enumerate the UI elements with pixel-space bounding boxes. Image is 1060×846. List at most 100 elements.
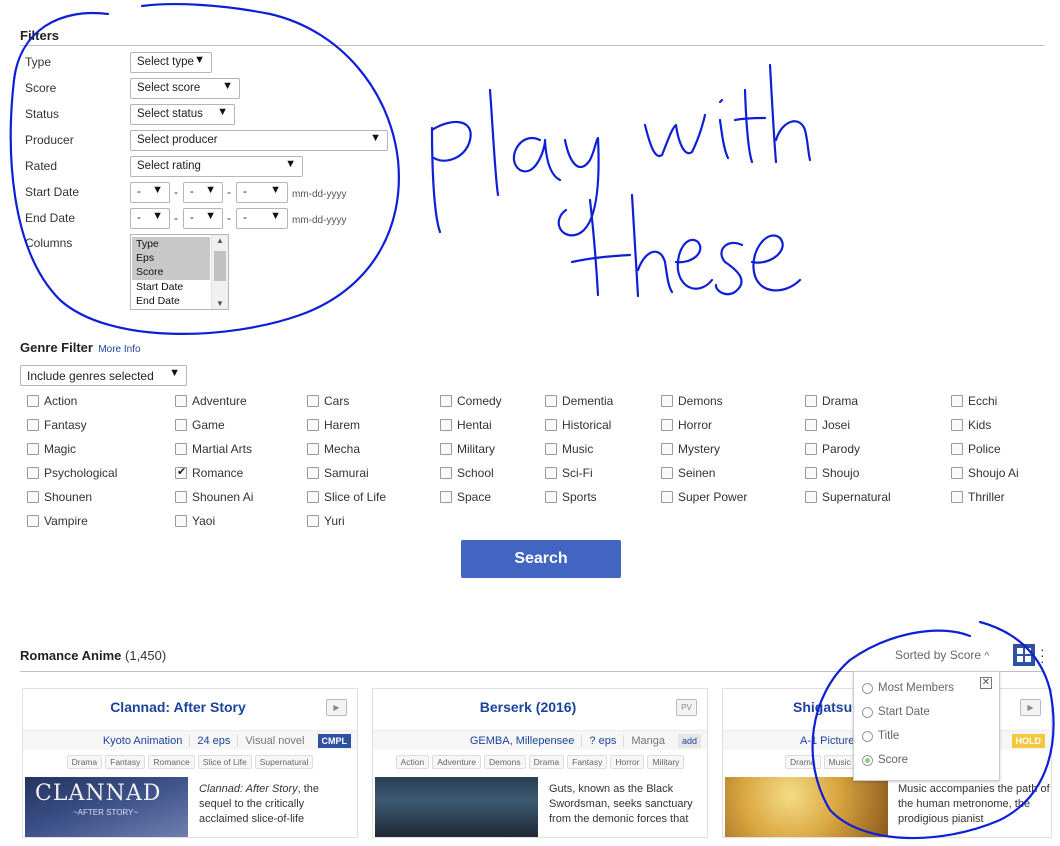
anime-title-link[interactable]: Berserk (2016) bbox=[373, 699, 683, 715]
columns-option[interactable]: End Date bbox=[132, 294, 210, 308]
sort-option-score[interactable]: Score bbox=[862, 754, 908, 766]
checkbox[interactable] bbox=[951, 491, 963, 503]
genre-checkbox-parody[interactable]: Parody bbox=[805, 441, 860, 457]
checkbox[interactable] bbox=[27, 467, 39, 479]
score-select[interactable]: Select score ▼ bbox=[130, 78, 240, 99]
checkbox[interactable] bbox=[175, 515, 187, 527]
genre-checkbox-sci-fi[interactable]: Sci-Fi bbox=[545, 465, 593, 481]
genre-tag[interactable]: Military bbox=[647, 755, 685, 769]
genre-checkbox-samurai[interactable]: Samurai bbox=[307, 465, 369, 481]
columns-option[interactable]: Eps bbox=[132, 251, 210, 266]
status-badge[interactable]: HOLD bbox=[1011, 733, 1045, 748]
scrollbar-thumb[interactable] bbox=[214, 251, 226, 281]
genre-checkbox-school[interactable]: School bbox=[440, 465, 494, 481]
genre-checkbox-shounen[interactable]: Shounen bbox=[27, 489, 92, 505]
checkbox[interactable] bbox=[951, 419, 963, 431]
rated-select[interactable]: Select rating ▼ bbox=[130, 156, 303, 177]
genre-tag[interactable]: Drama bbox=[785, 755, 821, 769]
producer-select[interactable]: Select producer ▼ bbox=[130, 130, 388, 151]
genre-checkbox-thriller[interactable]: Thriller bbox=[951, 489, 1005, 505]
checkbox[interactable] bbox=[307, 491, 319, 503]
status-select[interactable]: Select status ▼ bbox=[130, 104, 235, 125]
radio-button-selected[interactable] bbox=[862, 754, 873, 766]
genre-checkbox-adventure[interactable]: Adventure bbox=[175, 393, 247, 409]
close-icon[interactable]: ✕ bbox=[980, 677, 992, 689]
genre-checkbox-shoujo-ai[interactable]: Shoujo Ai bbox=[951, 465, 1019, 481]
start-month-select[interactable]: - ▼ bbox=[130, 182, 170, 203]
checkbox[interactable] bbox=[175, 395, 187, 407]
genre-checkbox-space[interactable]: Space bbox=[440, 489, 491, 505]
anime-title-link[interactable]: Clannad: After Story bbox=[23, 699, 333, 715]
search-button[interactable]: Search bbox=[461, 540, 621, 578]
studio-link[interactable]: GEMBA, Millepensee bbox=[463, 734, 583, 747]
checkbox[interactable] bbox=[440, 419, 452, 431]
checkbox[interactable] bbox=[661, 491, 673, 503]
genre-tag[interactable]: Supernatural bbox=[254, 755, 314, 769]
anime-thumbnail[interactable] bbox=[375, 777, 538, 837]
genre-tag[interactable]: Fantasy bbox=[567, 755, 608, 769]
genre-checkbox-comedy[interactable]: Comedy bbox=[440, 393, 502, 409]
genre-tag[interactable]: Horror bbox=[610, 755, 645, 769]
genre-checkbox-martial-arts[interactable]: Martial Arts bbox=[175, 441, 252, 457]
start-day-select[interactable]: - ▼ bbox=[183, 182, 223, 203]
genre-checkbox-magic[interactable]: Magic bbox=[27, 441, 76, 457]
end-year-select[interactable]: - ▼ bbox=[236, 208, 288, 229]
checkbox[interactable] bbox=[307, 395, 319, 407]
anime-title-link[interactable]: Shigatsu bbox=[793, 699, 852, 715]
genre-checkbox-shounen-ai[interactable]: Shounen Ai bbox=[175, 489, 253, 505]
radio-button[interactable] bbox=[862, 730, 873, 742]
scroll-up-icon[interactable]: ▲ bbox=[216, 236, 224, 245]
add-to-list-button[interactable]: add bbox=[677, 733, 701, 748]
genre-tag[interactable]: Demons bbox=[483, 755, 526, 769]
genre-checkbox-shoujo[interactable]: Shoujo bbox=[805, 465, 859, 481]
type-select[interactable]: Select type ▼ bbox=[130, 52, 212, 73]
genre-checkbox-horror[interactable]: Horror bbox=[661, 417, 712, 433]
checkbox[interactable] bbox=[805, 419, 817, 431]
listbox-scrollbar[interactable]: ▲ ▼ bbox=[211, 235, 228, 309]
checkbox[interactable] bbox=[175, 419, 187, 431]
genre-tag[interactable]: Action bbox=[395, 755, 430, 769]
pv-icon[interactable]: PV bbox=[676, 699, 697, 716]
list-view-icon[interactable]: · · · bbox=[1040, 642, 1045, 668]
genre-tag[interactable]: Slice of Life bbox=[197, 755, 252, 769]
checkbox[interactable] bbox=[175, 443, 187, 455]
end-month-select[interactable]: - ▼ bbox=[130, 208, 170, 229]
more-info-link[interactable]: More Info bbox=[98, 344, 140, 355]
genre-checkbox-super-power[interactable]: Super Power bbox=[661, 489, 747, 505]
checkbox[interactable] bbox=[27, 443, 39, 455]
genre-checkbox-demons[interactable]: Demons bbox=[661, 393, 723, 409]
genre-checkbox-game[interactable]: Game bbox=[175, 417, 225, 433]
checkbox[interactable] bbox=[951, 467, 963, 479]
checkbox[interactable] bbox=[175, 491, 187, 503]
end-day-select[interactable]: - ▼ bbox=[183, 208, 223, 229]
genre-checkbox-hentai[interactable]: Hentai bbox=[440, 417, 492, 433]
genre-checkbox-police[interactable]: Police bbox=[951, 441, 1001, 457]
checkbox[interactable] bbox=[545, 491, 557, 503]
checkbox[interactable] bbox=[27, 395, 39, 407]
genre-tag[interactable]: Fantasy bbox=[105, 755, 146, 769]
genre-checkbox-ecchi[interactable]: Ecchi bbox=[951, 393, 997, 409]
checkbox[interactable] bbox=[307, 515, 319, 527]
checkbox[interactable] bbox=[951, 395, 963, 407]
genre-checkbox-yaoi[interactable]: Yaoi bbox=[175, 513, 215, 529]
genre-checkbox-vampire[interactable]: Vampire bbox=[27, 513, 88, 529]
genre-checkbox-military[interactable]: Military bbox=[440, 441, 495, 457]
genre-checkbox-psychological[interactable]: Psychological bbox=[27, 465, 117, 481]
video-icon[interactable]: ▶ bbox=[1020, 699, 1041, 716]
columns-option[interactable]: Start Date bbox=[132, 280, 210, 294]
genre-tag[interactable]: Music bbox=[823, 755, 856, 769]
columns-option[interactable]: Type bbox=[132, 237, 210, 252]
anime-thumbnail[interactable]: CLANNAD ~AFTER STORY~ bbox=[25, 777, 188, 837]
sort-dropdown-toggle[interactable]: Sorted by Score ^ bbox=[895, 648, 989, 662]
checkbox[interactable] bbox=[545, 467, 557, 479]
checkbox[interactable] bbox=[805, 443, 817, 455]
genre-tag[interactable]: Romance bbox=[148, 755, 195, 769]
genre-checkbox-mystery[interactable]: Mystery bbox=[661, 441, 720, 457]
checkbox[interactable] bbox=[545, 443, 557, 455]
columns-listbox[interactable]: Type Eps Score Start Date End Date ▲ ▼ bbox=[130, 234, 229, 310]
genre-tag[interactable]: Adventure bbox=[432, 755, 481, 769]
genre-checkbox-historical[interactable]: Historical bbox=[545, 417, 611, 433]
sort-option-title[interactable]: Title bbox=[862, 730, 899, 742]
genre-tag[interactable]: Drama bbox=[528, 755, 565, 769]
genre-checkbox-supernatural[interactable]: Supernatural bbox=[805, 489, 891, 505]
